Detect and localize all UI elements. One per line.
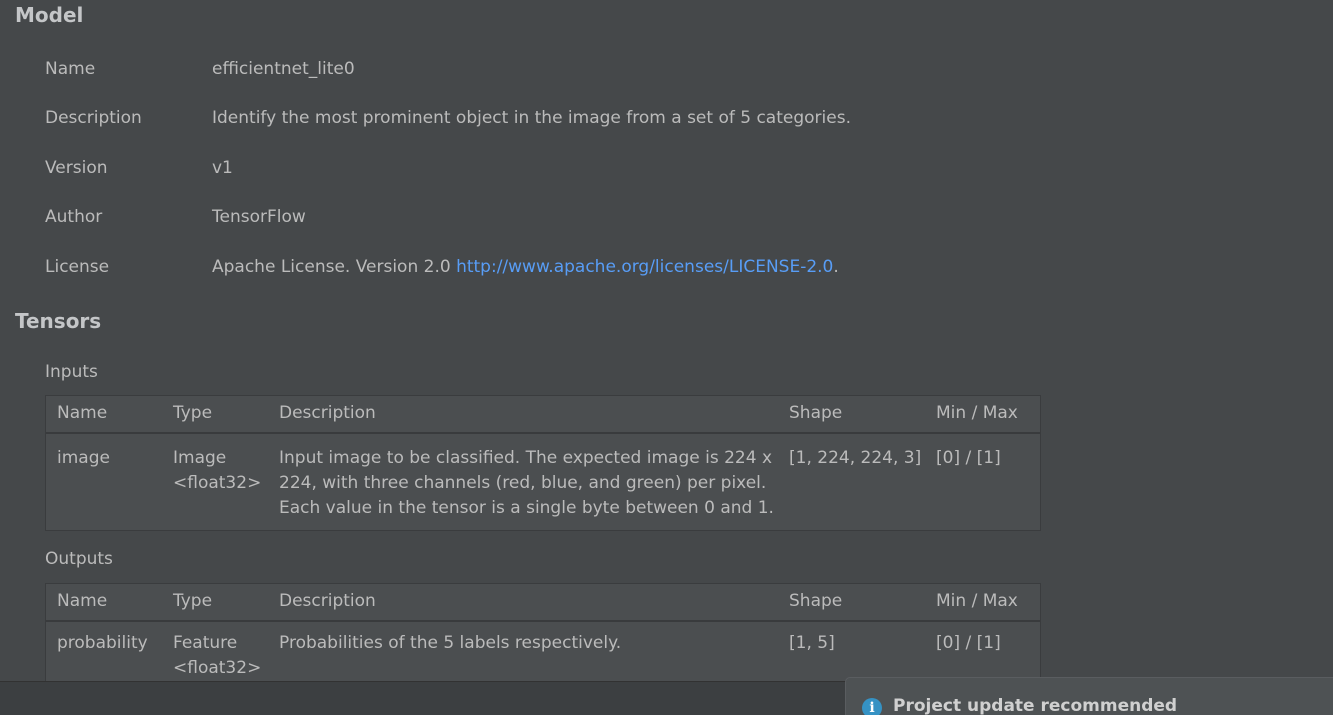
- outputs-title: Outputs: [45, 549, 113, 569]
- column-header-name: Name: [57, 403, 108, 423]
- column-header-minmax: Min / Max: [936, 403, 1018, 423]
- column-header-description: Description: [279, 403, 376, 423]
- column-header-type: Type: [173, 591, 213, 611]
- column-header-description: Description: [279, 591, 376, 611]
- tensor-minmax: [0] / [1]: [936, 633, 1001, 653]
- description-line: 224, with three channels (red, blue, and…: [279, 473, 767, 493]
- tensor-description: Input image to be classified. The expect…: [279, 446, 779, 521]
- field-label: License: [45, 257, 110, 277]
- column-header-shape: Shape: [789, 591, 843, 611]
- info-icon: i: [862, 698, 882, 715]
- table-row: image Image <float32> Input image to be …: [46, 434, 1040, 530]
- tensor-minmax: [0] / [1]: [936, 448, 1001, 468]
- table-header: Name Type Description Shape Min / Max: [46, 584, 1040, 622]
- column-header-shape: Shape: [789, 403, 843, 423]
- tensor-name: image: [57, 448, 110, 468]
- tensor-shape: [1, 224, 224, 3]: [789, 448, 922, 468]
- tensors-section-title: Tensors: [15, 309, 102, 333]
- description-line: Each value in the tensor is a single byt…: [279, 498, 774, 518]
- tensor-type-kind: Image: [173, 448, 227, 468]
- description-line: Input image to be classified. The expect…: [279, 448, 772, 468]
- table-row: probability Feature <float32> Probabilit…: [46, 622, 1040, 681]
- tensor-type: Feature <float32>: [173, 631, 273, 681]
- license-value: Apache License. Version 2.0 http://www.a…: [212, 257, 839, 277]
- field-value: Identify the most prominent object in th…: [212, 108, 851, 128]
- field-label: Name: [45, 59, 96, 79]
- tensor-type-dtype: <float32>: [173, 473, 262, 493]
- tensor-name: probability: [57, 633, 148, 653]
- table-header: Name Type Description Shape Min / Max: [46, 396, 1040, 434]
- tensor-shape: [1, 5]: [789, 633, 835, 653]
- column-header-minmax: Min / Max: [936, 591, 1018, 611]
- field-value: efficientnet_lite0: [212, 59, 355, 79]
- column-header-name: Name: [57, 591, 108, 611]
- outputs-table: Name Type Description Shape Min / Max pr…: [45, 583, 1041, 681]
- tensor-type-kind: Feature: [173, 633, 238, 653]
- model-section-title: Model: [15, 3, 84, 27]
- inputs-table: Name Type Description Shape Min / Max im…: [45, 395, 1041, 531]
- notification-title: Project update recommended: [893, 696, 1178, 715]
- model-viewer: Model Name efficientnet_lite0 Descriptio…: [0, 0, 1333, 681]
- inputs-title: Inputs: [45, 362, 98, 382]
- license-link[interactable]: http://www.apache.org/licenses/LICENSE-2…: [456, 257, 833, 277]
- field-label: Author: [45, 207, 103, 227]
- field-value: TensorFlow: [212, 207, 306, 227]
- license-suffix: .: [833, 257, 839, 277]
- column-header-type: Type: [173, 403, 213, 423]
- project-update-notification[interactable]: i Project update recommended: [845, 677, 1333, 715]
- field-label: Version: [45, 158, 108, 178]
- field-value: v1: [212, 158, 233, 178]
- field-label: Description: [45, 108, 142, 128]
- tensor-type: Image <float32>: [173, 446, 273, 496]
- tensor-description: Probabilities of the 5 labels respective…: [279, 633, 622, 653]
- tensor-type-dtype: <float32>: [173, 658, 262, 678]
- license-text: Apache License. Version 2.0: [212, 257, 457, 277]
